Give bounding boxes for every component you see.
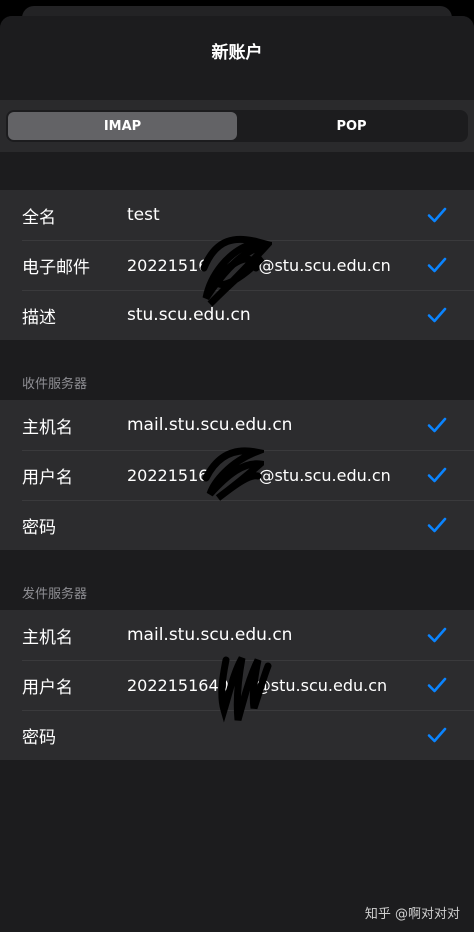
outgoing-password-label: 密码 — [22, 727, 56, 748]
checkmark-icon — [416, 417, 458, 433]
incoming-username-row[interactable]: 用户名 20221516 @stu.scu.edu.cn — [0, 450, 474, 500]
full-name-row[interactable]: 全名 test — [0, 190, 474, 240]
email-label: 电子邮件 — [22, 257, 90, 278]
description-field[interactable]: stu.scu.edu.cn — [127, 305, 416, 325]
outgoing-hostname-label: 主机名 — [22, 627, 73, 648]
full-name-label: 全名 — [22, 207, 56, 228]
checkmark-icon — [416, 467, 458, 483]
username-domain: @stu.scu.edu.cn — [258, 465, 391, 485]
outgoing-username-row[interactable]: 用户名 2022151640 @stu.scu.edu.cn — [0, 660, 474, 710]
incoming-hostname-label: 主机名 — [22, 417, 73, 438]
outgoing-hostname-field[interactable]: mail.stu.scu.edu.cn — [127, 625, 416, 645]
incoming-hostname-row[interactable]: 主机名 mail.stu.scu.edu.cn — [0, 400, 474, 450]
incoming-password-row[interactable]: 密码 — [0, 500, 474, 550]
checkmark-icon — [416, 257, 458, 273]
page-title: 新账户 — [211, 42, 263, 63]
segment-imap[interactable]: IMAP — [8, 112, 237, 140]
checkmark-icon — [416, 627, 458, 643]
incoming-server-group: 主机名 mail.stu.scu.edu.cn 用户名 20221516 @stu… — [0, 400, 474, 550]
email-domain: @stu.scu.edu.cn — [258, 255, 391, 275]
incoming-username-field[interactable]: 20221516 @stu.scu.edu.cn — [127, 466, 416, 485]
checkmark-icon — [416, 517, 458, 533]
outgoing-server-group: 主机名 mail.stu.scu.edu.cn 用户名 2022151640 @s… — [0, 610, 474, 760]
protocol-segment-bar: IMAP POP — [0, 100, 474, 152]
description-row[interactable]: 描述 stu.scu.edu.cn — [0, 290, 474, 340]
incoming-hostname-field[interactable]: mail.stu.scu.edu.cn — [127, 415, 416, 435]
incoming-server-header: 收件服务器 — [22, 377, 88, 392]
email-prefix: 20221516 — [127, 255, 209, 275]
email-row[interactable]: 电子邮件 20221516 @stu.scu.edu.cn — [0, 240, 474, 290]
outgoing-server-header: 发件服务器 — [22, 587, 88, 602]
checkmark-icon — [416, 207, 458, 223]
username-prefix: 2022151640 — [127, 675, 229, 695]
protocol-segmented-control: IMAP POP — [6, 110, 468, 142]
email-field[interactable]: 20221516 @stu.scu.edu.cn — [127, 256, 416, 275]
incoming-username-label: 用户名 — [22, 467, 73, 488]
checkmark-icon — [416, 727, 458, 743]
outgoing-username-label: 用户名 — [22, 677, 73, 698]
account-info-group: 全名 test 电子邮件 20221516 @stu.scu.edu.cn 描述 … — [0, 190, 474, 340]
outgoing-username-field[interactable]: 2022151640 @stu.scu.edu.cn — [127, 676, 416, 695]
checkmark-icon — [416, 677, 458, 693]
description-label: 描述 — [22, 307, 56, 328]
segment-pop[interactable]: POP — [237, 112, 466, 140]
username-prefix: 20221516 — [127, 465, 209, 485]
full-name-field[interactable]: test — [127, 205, 416, 225]
outgoing-hostname-row[interactable]: 主机名 mail.stu.scu.edu.cn — [0, 610, 474, 660]
new-account-sheet: 新账户 IMAP POP 全名 test 电子邮件 20221516 @stu.s… — [0, 16, 474, 932]
checkmark-icon — [416, 307, 458, 323]
outgoing-password-row[interactable]: 密码 — [0, 710, 474, 760]
navigation-bar: 新账户 — [0, 16, 474, 100]
incoming-password-label: 密码 — [22, 517, 56, 538]
username-domain: @stu.scu.edu.cn — [254, 675, 388, 695]
watermark: 知乎 @啊对对对 — [364, 907, 460, 922]
